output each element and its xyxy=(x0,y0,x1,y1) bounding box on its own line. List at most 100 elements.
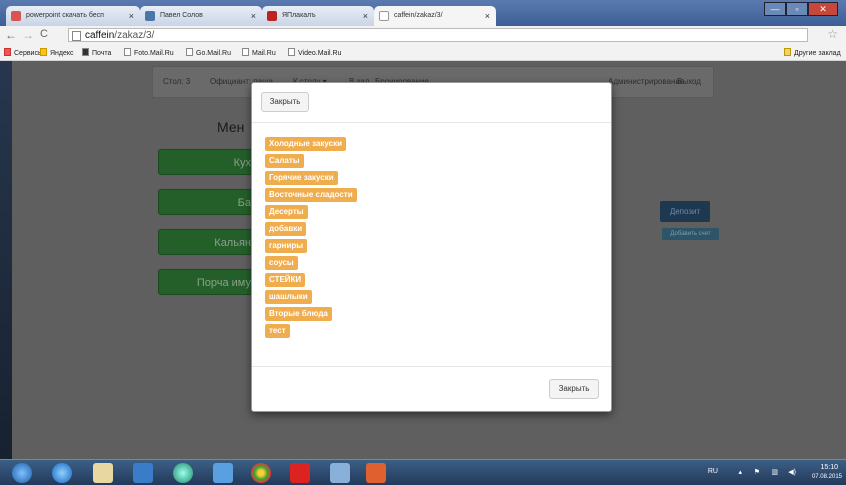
hookah-button[interactable]: Кальян xyxy=(158,229,258,255)
nav-logout[interactable]: Выход xyxy=(677,77,701,86)
sound-app-icon[interactable] xyxy=(213,463,233,483)
network-icon[interactable]: ▥ xyxy=(771,468,778,476)
page-icon xyxy=(124,48,131,56)
add-account-button[interactable]: Добавить счет xyxy=(662,228,719,240)
bookmark-go[interactable]: Go.Mail.Ru xyxy=(186,48,231,57)
clock-time[interactable]: 15:10 xyxy=(820,464,838,471)
nav-table: Стол: 3 xyxy=(163,77,191,86)
maximize-button[interactable]: ▫ xyxy=(786,2,808,16)
category-badge[interactable]: Десерты xyxy=(265,205,308,219)
tab-label: ЯПлакалъ xyxy=(282,12,316,19)
page-icon xyxy=(288,48,295,56)
media-center-icon[interactable] xyxy=(173,463,193,483)
category-badge[interactable]: Холодные закуски xyxy=(265,137,347,151)
yaplakal-favicon-icon xyxy=(267,11,277,21)
bookmark-label: Video.Mail.Ru xyxy=(298,50,342,57)
tab-yaplakal[interactable]: ЯПлакалъ × xyxy=(262,6,374,26)
category-badge[interactable]: добавки xyxy=(265,222,307,236)
paint-icon[interactable] xyxy=(330,463,350,483)
vk-favicon-icon xyxy=(145,11,155,21)
tab-vk-profile[interactable]: Павел Солов × xyxy=(140,6,262,26)
category-badge[interactable]: шашлыки xyxy=(265,290,312,304)
tab-caffein[interactable]: caffein/zakaz/3/ × xyxy=(374,6,496,26)
close-button-bottom[interactable]: Закрыть xyxy=(549,379,599,399)
bookmark-label: Почта xyxy=(92,50,112,57)
category-badge[interactable]: Салаты xyxy=(265,154,304,168)
bookmark-label: Другие заклад xyxy=(794,50,841,57)
bookmarks-bar: Сервисы Яндекс Почта Foto.Mail.Ru Go.Mai… xyxy=(0,45,846,61)
category-badge[interactable]: Восточные сладости xyxy=(265,188,357,202)
page-icon xyxy=(242,48,249,56)
window-controls: — ▫ ✕ xyxy=(764,2,838,16)
category-modal: Закрыть Холодные закуски Салаты Горячие за… xyxy=(251,82,612,412)
tab-label: powerpoint скачать бесп xyxy=(26,12,104,19)
tab-label: caffein/zakaz/3/ xyxy=(394,12,443,19)
tab-close-icon[interactable]: × xyxy=(251,6,256,26)
kitchen-button[interactable]: Кух xyxy=(158,149,258,175)
apps-grid-icon xyxy=(4,48,11,56)
other-bookmarks[interactable]: Другие заклад xyxy=(784,48,841,57)
flag-icon[interactable]: ⚑ xyxy=(754,468,760,476)
bookmark-mail[interactable]: Почта xyxy=(82,48,111,57)
mail-icon xyxy=(82,48,89,56)
volume-icon[interactable]: ◀) xyxy=(788,468,796,476)
bookmark-apps[interactable]: Сервисы xyxy=(4,48,43,57)
tab-close-icon[interactable]: × xyxy=(129,6,134,26)
modal-footer: Закрыть xyxy=(252,366,611,411)
address-bar: ← → C caffein/zakaz/3/ ☆ xyxy=(0,26,846,46)
media-player-icon[interactable] xyxy=(133,463,153,483)
bar-button[interactable]: Ба xyxy=(158,189,258,215)
powerpoint-icon[interactable] xyxy=(366,463,386,483)
close-button-top[interactable]: Закрыть xyxy=(261,92,309,112)
page-favicon-icon xyxy=(379,11,389,21)
category-list: Холодные закуски Салаты Горячие закуски Вос… xyxy=(265,137,357,341)
menu-title: Мен xyxy=(217,119,245,135)
start-button-icon[interactable] xyxy=(12,463,32,483)
tab-powerpoint[interactable]: powerpoint скачать бесп × xyxy=(6,6,140,26)
tab-close-icon[interactable]: × xyxy=(363,6,368,26)
url-path: /zakaz/3/ xyxy=(114,30,155,41)
yandex-icon xyxy=(40,48,47,56)
chrome-icon[interactable] xyxy=(251,463,271,483)
nav-admin[interactable]: Администрирование xyxy=(608,77,684,86)
tray-expand-icon[interactable]: ▴ xyxy=(738,468,742,476)
category-badge[interactable]: Горячие закуски xyxy=(265,171,338,185)
category-badge[interactable]: гарниры xyxy=(265,239,308,253)
category-badge[interactable]: Вторые блюда xyxy=(265,307,332,321)
url-input[interactable]: caffein/zakaz/3/ xyxy=(68,28,808,42)
page-icon xyxy=(72,31,81,41)
category-badge[interactable]: СТЕЙКИ xyxy=(265,273,306,287)
tab-label: Павел Солов xyxy=(160,12,203,19)
browser-tabstrip: powerpoint скачать бесп × Павел Солов × … xyxy=(0,0,846,26)
pdf-favicon-icon xyxy=(11,11,21,21)
bookmark-star-icon[interactable]: ☆ xyxy=(827,27,838,41)
page-icon xyxy=(186,48,193,56)
deposit-button[interactable]: Депозит xyxy=(660,201,710,222)
forward-icon[interactable]: → xyxy=(22,28,34,42)
explorer-folder-icon[interactable] xyxy=(93,463,113,483)
tab-close-icon[interactable]: × xyxy=(485,6,490,26)
bookmark-label: Сервисы xyxy=(14,50,44,57)
bookmark-label: Go.Mail.Ru xyxy=(196,50,232,57)
bookmark-yandex[interactable]: Яндекс xyxy=(40,48,74,57)
internet-explorer-icon[interactable] xyxy=(52,463,72,483)
clock-date[interactable]: 07.08.2015 xyxy=(812,474,842,480)
bookmark-label: Яндекс xyxy=(50,50,74,57)
taskbar: RU ▴ ⚑ ▥ ◀) 15:10 07.08.2015 xyxy=(0,459,846,485)
category-badge[interactable]: соусы xyxy=(265,256,298,270)
bookmark-mailru[interactable]: Mail.Ru xyxy=(242,48,276,57)
damage-button[interactable]: Порча иму xyxy=(158,269,258,295)
bookmark-foto[interactable]: Foto.Mail.Ru xyxy=(124,48,174,57)
yandex-browser-icon[interactable] xyxy=(290,463,310,483)
reload-icon[interactable]: C xyxy=(40,28,48,40)
bookmark-video[interactable]: Video.Mail.Ru xyxy=(288,48,341,57)
back-icon[interactable]: ← xyxy=(5,28,17,42)
category-badge[interactable]: тест xyxy=(265,324,290,338)
language-indicator[interactable]: RU xyxy=(708,468,718,475)
modal-header: Закрыть xyxy=(252,83,611,123)
close-window-button[interactable]: ✕ xyxy=(808,2,838,16)
url-host: caffein xyxy=(85,30,115,41)
folder-icon xyxy=(784,48,791,56)
minimize-button[interactable]: — xyxy=(764,2,786,16)
bookmark-label: Mail.Ru xyxy=(252,50,276,57)
